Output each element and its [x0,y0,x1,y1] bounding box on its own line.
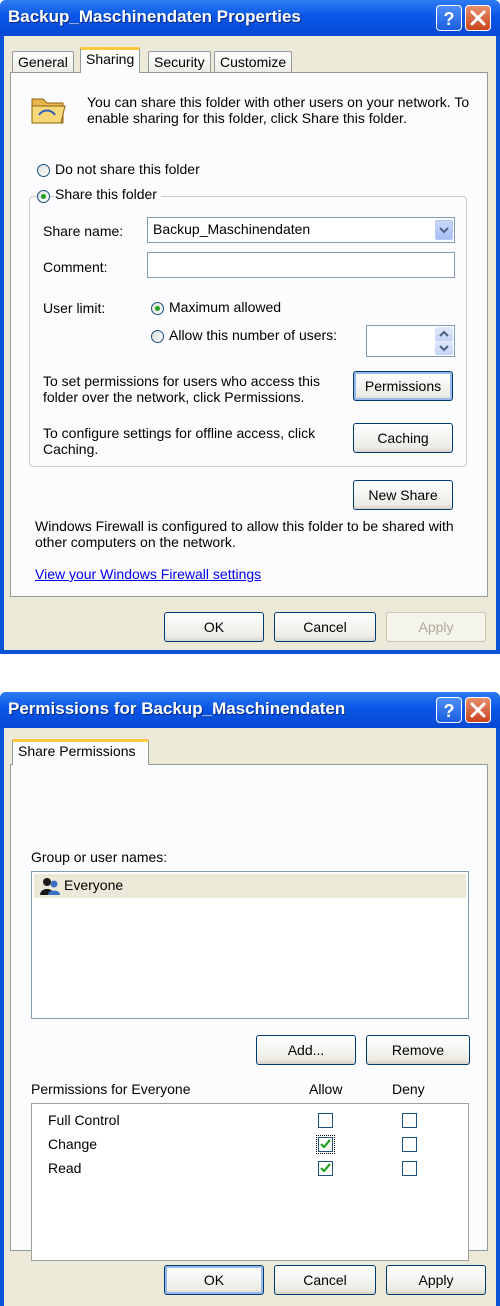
list-item[interactable]: Everyone [34,874,466,898]
group-user-names-label: Group or user names: [31,849,168,865]
allow-column-header: Allow [309,1081,343,1097]
tab-customize[interactable]: Customize [214,51,293,73]
allow-number-label[interactable]: Allow this number of users: [169,327,337,343]
change-allow-checkbox[interactable] [316,1135,335,1154]
new-share-button[interactable]: New Share [353,480,453,510]
cancel-button[interactable]: Cancel [274,612,376,642]
deny-column-header: Deny [392,1081,425,1097]
permissions-title-bar[interactable]: Permissions for Backup_Maschinendaten ? [0,692,500,728]
users-group-icon [40,878,60,895]
close-button[interactable] [465,5,491,31]
help-button[interactable]: ? [436,5,462,31]
firewall-settings-link[interactable]: View your Windows Firewall settings [35,566,261,582]
help-icon: ? [444,9,455,29]
firewall-info-text: Windows Firewall is configured to allow … [35,518,454,550]
do-not-share-radio[interactable] [37,164,50,177]
remove-button[interactable]: Remove [366,1035,470,1065]
shared-folder-icon [31,98,66,124]
svg-text:?: ? [444,701,455,721]
permissions-body: Share Permissions Group or user names: E… [4,728,496,1306]
properties-title-bar[interactable]: Backup_Maschinendaten Properties ? [0,0,500,36]
comment-input[interactable] [147,252,455,278]
permissions-window: Permissions for Backup_Maschinendaten ? … [0,692,500,1306]
help-icon: ? [444,701,455,721]
close-icon [470,10,486,26]
maximum-allowed-radio[interactable] [151,302,164,315]
table-row: Full Control [32,1110,468,1132]
tab-share-permissions[interactable]: Share Permissions [12,739,149,765]
change-deny-checkbox[interactable] [402,1137,417,1152]
permission-label: Full Control [48,1112,120,1128]
tab-sharing[interactable]: Sharing [80,47,141,73]
share-this-folder-label[interactable]: Share this folder [55,186,161,202]
allow-number-radio[interactable] [151,330,164,343]
user-count-spinner[interactable] [366,325,455,357]
cancel-button[interactable]: Cancel [274,1265,376,1295]
sharing-info-text: You can share this folder with other use… [87,94,470,126]
ok-button[interactable]: OK [164,612,264,642]
arrow-up-icon [439,330,449,337]
table-row: Read [32,1158,468,1180]
comment-label: Comment: [43,259,108,275]
share-name-dropdown[interactable] [435,220,453,240]
apply-button[interactable]: Apply [386,1265,486,1295]
user-list[interactable]: Everyone [31,871,469,1019]
close-button[interactable] [465,697,491,723]
table-row: Change [32,1134,468,1156]
full-control-deny-checkbox[interactable] [402,1113,417,1128]
share-name-label: Share name: [43,223,124,239]
svg-text:?: ? [444,9,455,29]
properties-body: General Sharing Security Customize You c… [4,36,496,650]
close-icon [470,702,486,718]
permission-label: Change [48,1136,98,1152]
help-button[interactable]: ? [436,697,462,723]
full-control-allow-checkbox[interactable] [318,1113,333,1128]
ok-button[interactable]: OK [164,1265,264,1295]
spinner-down-button[interactable] [435,341,453,355]
permissions-button[interactable]: Permissions [353,371,453,401]
add-button[interactable]: Add... [256,1035,356,1065]
maximum-allowed-label[interactable]: Maximum allowed [169,299,281,315]
properties-window: Backup_Maschinendaten Properties ? Gener… [0,0,500,654]
tab-general[interactable]: General [12,51,74,73]
permissions-title: Permissions for Backup_Maschinendaten [8,699,346,718]
arrow-down-icon [439,345,449,352]
share-name-value: Backup_Maschinendaten [153,221,311,237]
share-name-combobox[interactable]: Backup_Maschinendaten [147,217,455,243]
share-this-folder-radio[interactable] [37,190,50,203]
chevron-down-icon [439,227,449,234]
permissions-list: Full Control Change Read [31,1103,469,1261]
caching-help-text: To configure settings for offline access… [43,425,316,457]
tab-security[interactable]: Security [148,51,211,73]
checkmark-icon [320,1163,331,1173]
properties-title: Backup_Maschinendaten Properties [8,7,301,26]
user-limit-label: User limit: [43,300,106,316]
user-name: Everyone [64,877,124,893]
do-not-share-label[interactable]: Do not share this folder [55,161,200,177]
apply-button[interactable]: Apply [386,612,486,642]
checkmark-icon [320,1139,331,1149]
share-permissions-panel: Group or user names: Everyone Add... Rem… [10,764,488,1261]
permissions-for-label: Permissions for Everyone [31,1081,191,1097]
caching-button[interactable]: Caching [353,423,453,453]
sharing-panel: You can share this folder with other use… [10,72,488,597]
read-deny-checkbox[interactable] [402,1161,417,1176]
permission-label: Read [48,1160,82,1176]
permissions-help-text: To set permissions for users who access … [43,373,320,405]
read-allow-checkbox[interactable] [318,1161,333,1176]
spinner-up-button[interactable] [435,327,453,341]
